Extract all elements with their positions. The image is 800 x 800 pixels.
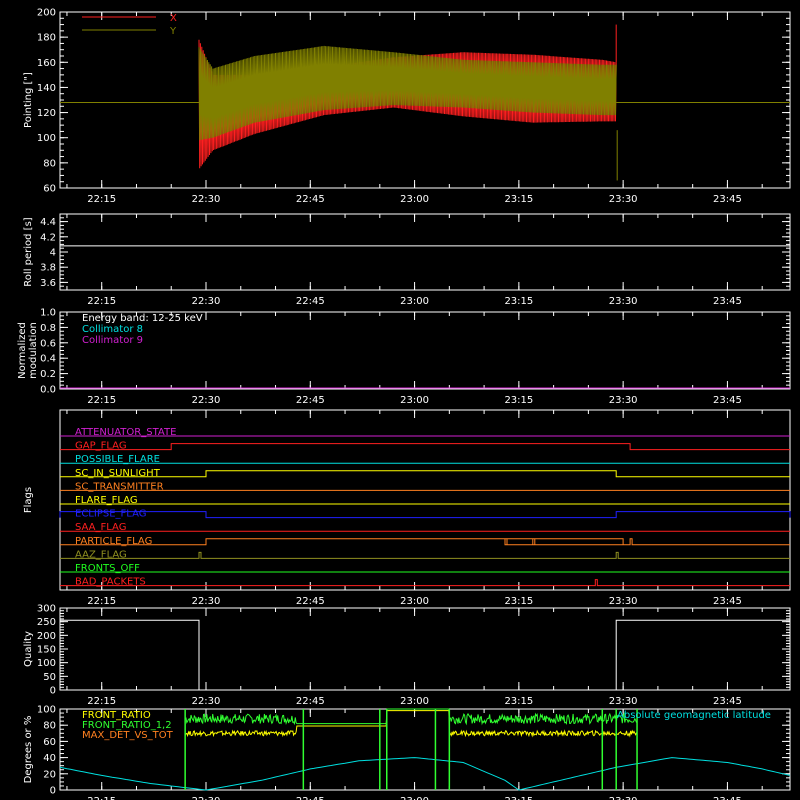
y-tick-label: 100 <box>37 705 56 716</box>
x-tick-label: 23:30 <box>609 596 638 607</box>
y-tick-label: 50 <box>43 672 56 683</box>
y-tick-label: 0.6 <box>40 338 56 349</box>
y-tick-label: 3.8 <box>40 263 56 274</box>
y-tick-label: 0.0 <box>40 385 56 396</box>
x-tick-label: 22:45 <box>296 194 325 205</box>
x-tick-label: 23:45 <box>713 596 742 607</box>
y-tick-label: 40 <box>43 753 56 764</box>
annotation-2: Collimator 9 <box>82 335 143 346</box>
x-tick-label: 22:45 <box>296 596 325 607</box>
y-tick-label: 80 <box>43 721 56 732</box>
y-tick-label: 4.2 <box>40 232 56 243</box>
x-tick-label: 22:45 <box>296 796 325 800</box>
y-tick-label: 200 <box>37 631 56 642</box>
x-tick-label: 23:45 <box>713 395 742 406</box>
y-axis-label: Quality <box>23 631 34 667</box>
y-tick-label: 4 <box>50 248 56 259</box>
y-tick-label: 60 <box>43 184 56 195</box>
y-tick-label: 0 <box>50 786 56 797</box>
x-tick-label: 22:30 <box>192 296 221 307</box>
legend-label-y: Y <box>169 26 177 37</box>
flag-label-eclipse-flag: ECLIPSE_FLAG <box>75 509 146 520</box>
x-tick-label: 22:30 <box>192 395 221 406</box>
x-tick-label: 22:30 <box>192 194 221 205</box>
x-tick-label: 22:15 <box>87 395 116 406</box>
x-tick-label: 23:15 <box>504 696 533 707</box>
legend-label-x: X <box>170 13 177 24</box>
x-tick-label: 22:45 <box>296 696 325 707</box>
y-tick-label: 150 <box>37 645 56 656</box>
x-tick-label: 22:30 <box>192 796 221 800</box>
x-tick-label: 23:00 <box>400 696 429 707</box>
y-tick-label: 0 <box>50 686 56 697</box>
x-tick-label: 23:45 <box>713 194 742 205</box>
y-axis-label: Flags <box>23 487 34 513</box>
x-tick-label: 22:45 <box>296 296 325 307</box>
x-tick-label: 23:15 <box>504 395 533 406</box>
ratio-legend-latitude: Absolute geomagnetic latitude <box>617 710 771 721</box>
y-tick-label: 100 <box>37 658 56 669</box>
x-tick-label: 23:15 <box>504 596 533 607</box>
y-axis-label: Pointing ["] <box>23 72 34 128</box>
x-tick-label: 22:15 <box>87 194 116 205</box>
x-tick-label: 22:15 <box>87 796 116 800</box>
ratio-legend-2: MAX_DET_VS_TOT <box>82 730 174 741</box>
y-tick-label: 20 <box>43 769 56 780</box>
y-tick-label: 4.4 <box>40 217 56 228</box>
x-tick-label: 23:30 <box>609 395 638 406</box>
y-tick-label: 60 <box>43 737 56 748</box>
x-tick-label: 23:30 <box>609 696 638 707</box>
x-tick-label: 23:00 <box>400 596 429 607</box>
y-axis-label: modulation <box>28 322 39 379</box>
annotation-0: Energy band: 12-25 keV <box>82 313 203 324</box>
x-tick-label: 23:30 <box>609 296 638 307</box>
x-tick-label: 23:00 <box>400 395 429 406</box>
y-tick-label: 100 <box>37 133 56 144</box>
x-tick-label: 23:45 <box>713 796 742 800</box>
x-tick-label: 22:30 <box>192 696 221 707</box>
x-tick-label: 22:15 <box>87 296 116 307</box>
y-axis-label: Normalized <box>17 322 28 379</box>
y-axis-label: Roll period [s] <box>23 217 34 286</box>
x-tick-label: 23:45 <box>713 696 742 707</box>
x-tick-label: 23:30 <box>609 796 638 800</box>
x-tick-label: 23:15 <box>504 796 533 800</box>
y-tick-label: 0.8 <box>40 323 56 334</box>
x-tick-label: 23:00 <box>400 296 429 307</box>
y-tick-label: 0.2 <box>40 369 56 380</box>
y-tick-label: 250 <box>37 617 56 628</box>
y-tick-label: 0.4 <box>40 354 56 365</box>
y-tick-label: 3.6 <box>40 278 56 289</box>
x-tick-label: 22:15 <box>87 696 116 707</box>
x-tick-label: 23:15 <box>504 194 533 205</box>
x-tick-label: 23:30 <box>609 194 638 205</box>
x-tick-label: 22:30 <box>192 596 221 607</box>
y-tick-label: 1.0 <box>40 308 56 319</box>
annotation-1: Collimator 8 <box>82 324 143 335</box>
rhessi-quicklook-chart: 22:15 22:30 22:45 23:00 23:15 23:30 23:45 60 80 1… <box>0 0 800 800</box>
y-tick-label: 180 <box>37 33 56 44</box>
y-axis-label: Degrees or % <box>23 716 34 784</box>
y-tick-label: 200 <box>37 8 56 19</box>
y-tick-label: 160 <box>37 58 56 69</box>
y-tick-label: 140 <box>37 83 56 94</box>
x-tick-label: 23:15 <box>504 296 533 307</box>
x-tick-label: 22:45 <box>296 395 325 406</box>
x-tick-label: 23:45 <box>713 296 742 307</box>
x-tick-label: 23:00 <box>400 194 429 205</box>
x-tick-label: 22:15 <box>87 596 116 607</box>
y-tick-label: 300 <box>37 604 56 615</box>
y-tick-label: 80 <box>43 158 56 169</box>
y-tick-label: 120 <box>37 108 56 119</box>
x-tick-label: 23:00 <box>400 796 429 800</box>
